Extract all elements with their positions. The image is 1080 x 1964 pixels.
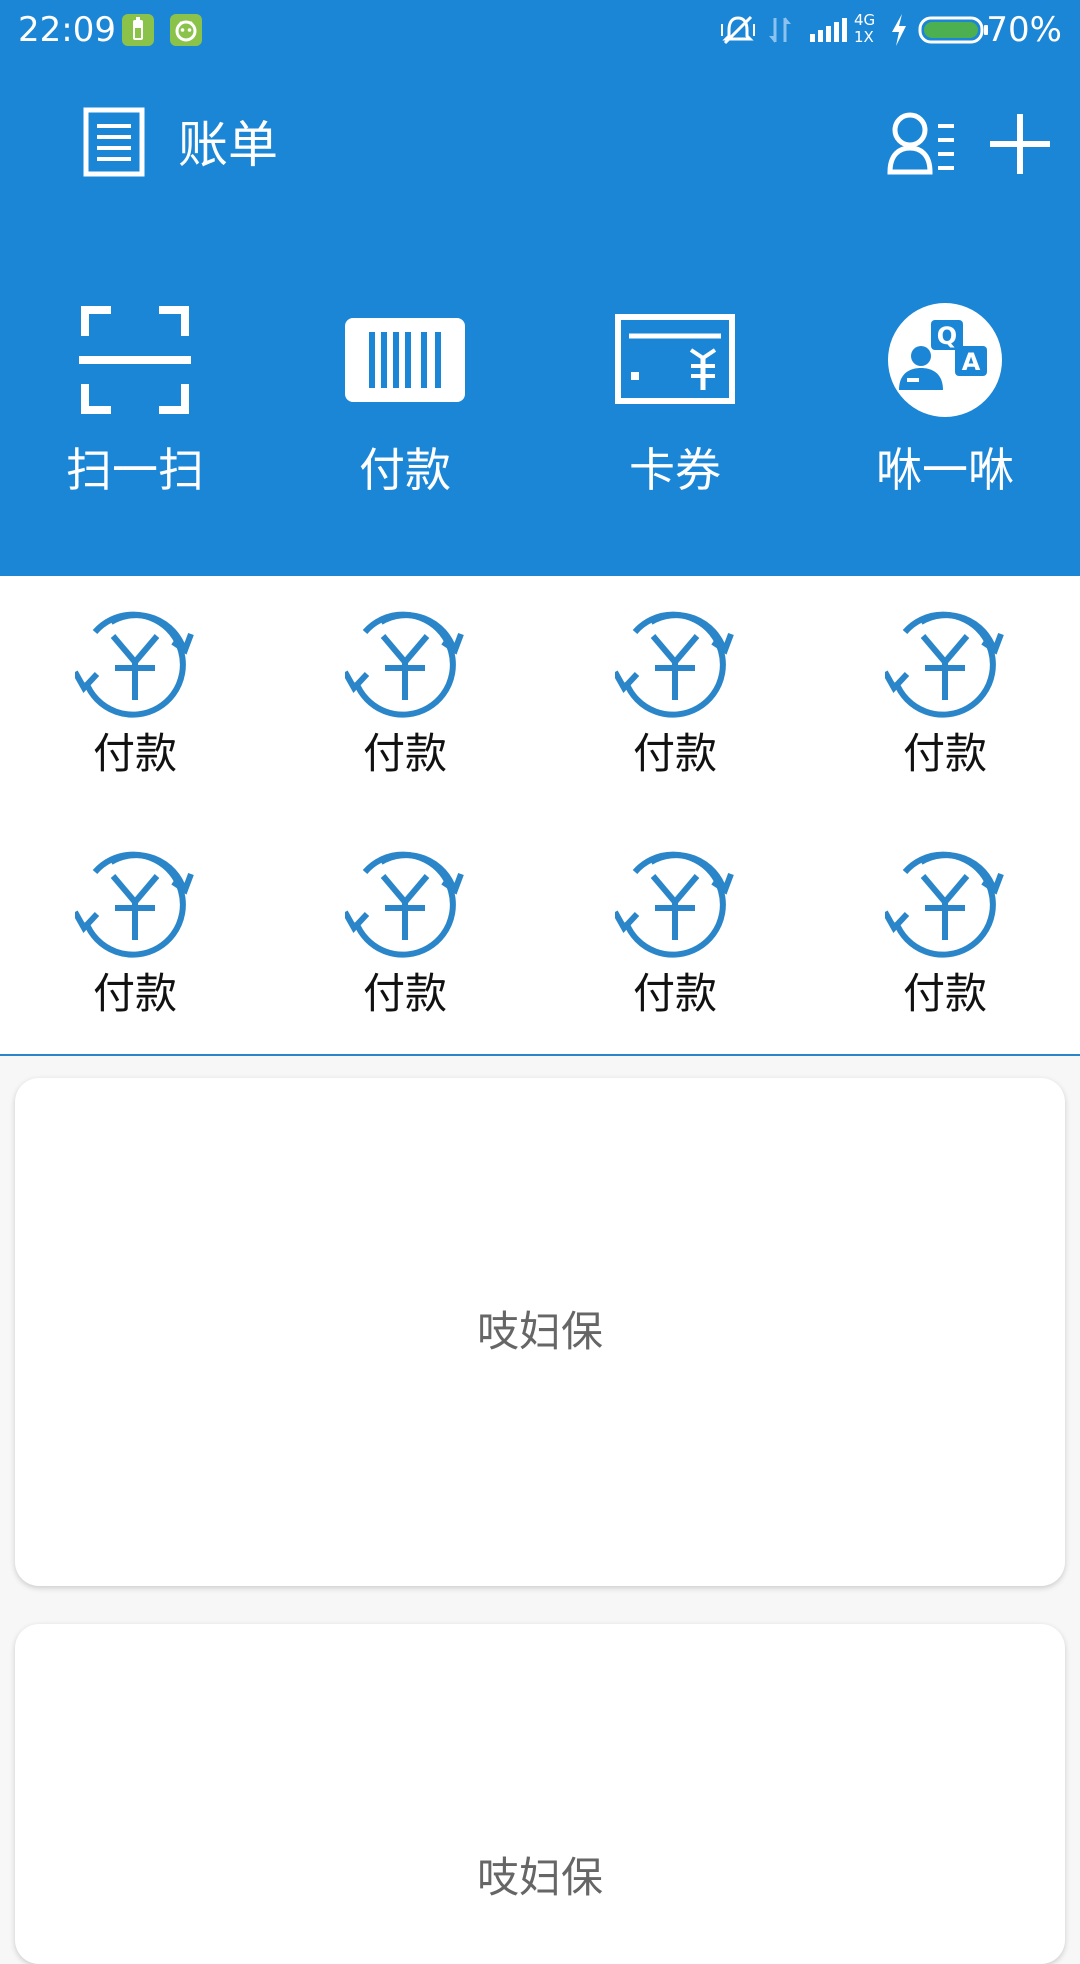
grid-item-pay[interactable]: 付款	[0, 816, 270, 1018]
yuan-refresh-icon	[342, 606, 465, 726]
battery-icon	[918, 14, 990, 50]
battery-app-icon	[122, 14, 154, 46]
quick-action-pay[interactable]: 付款	[270, 290, 540, 520]
grid-row: 付款 付款 付款 付款	[0, 816, 1080, 1018]
status-bar: 22:09 4G 1X 70%	[0, 0, 1080, 60]
card-title: 吱妇保	[476, 1853, 603, 1902]
grid-item-pay[interactable]: 付款	[540, 816, 810, 1018]
quick-action-label: 扫一扫	[66, 443, 204, 497]
contacts-icon[interactable]	[886, 110, 958, 184]
yuan-refresh-icon	[342, 846, 465, 966]
signal-icon	[808, 10, 852, 54]
quick-actions: 扫一扫 付款 卡券 Q A 咻一咻	[0, 290, 1080, 520]
grid-item-label: 付款	[632, 729, 717, 778]
network-type-top: 4G	[854, 11, 876, 29]
qa-chat-icon: Q A	[885, 300, 1005, 420]
services-grid: 付款 付款 付款 付款 付款 付款 付款 付款	[0, 576, 1080, 1056]
grid-item-label: 付款	[902, 729, 987, 778]
barcode-icon	[345, 300, 465, 420]
mute-icon	[718, 10, 758, 54]
grid-item-pay[interactable]: 付款	[540, 576, 810, 778]
grid-item-pay[interactable]: 付款	[810, 576, 1080, 778]
grid-row: 付款 付款 付款 付款	[0, 576, 1080, 778]
card-title: 吱妇保	[476, 1307, 603, 1356]
yuan-refresh-icon	[882, 606, 1005, 726]
scan-icon	[75, 300, 195, 420]
grid-item-pay[interactable]: 付款	[0, 576, 270, 778]
quick-action-label: 咻一咻	[876, 443, 1014, 497]
svg-text:A: A	[962, 348, 981, 376]
battery-percent: 70%	[986, 10, 1062, 50]
grid-item-label: 付款	[362, 729, 447, 778]
yuan-refresh-icon	[612, 846, 735, 966]
data-transfer-icon	[766, 10, 794, 54]
yuan-refresh-icon	[612, 606, 735, 726]
grid-item-pay[interactable]: 付款	[270, 576, 540, 778]
app-header: 账单	[0, 80, 1080, 210]
android-app-icon	[170, 14, 202, 46]
page-title[interactable]: 账单	[178, 110, 278, 180]
add-icon[interactable]	[988, 112, 1052, 180]
yuan-refresh-icon	[72, 606, 195, 726]
grid-item-label: 付款	[362, 969, 447, 1018]
svg-text:Q: Q	[937, 322, 957, 350]
yuan-refresh-icon	[72, 846, 195, 966]
card-coupon-icon	[615, 300, 735, 420]
quick-action-label: 卡券	[629, 443, 721, 497]
network-type: 4G 1X	[854, 12, 882, 46]
network-type-bottom: 1X	[854, 28, 874, 46]
quick-action-label: 付款	[359, 443, 451, 497]
grid-item-pay[interactable]: 付款	[810, 816, 1080, 1018]
charging-icon	[888, 10, 910, 54]
grid-item-label: 付款	[92, 729, 177, 778]
grid-item-label: 付款	[902, 969, 987, 1018]
status-time: 22:09	[18, 10, 116, 50]
quick-action-coupons[interactable]: 卡券	[540, 290, 810, 520]
quick-action-scan[interactable]: 扫一扫	[0, 290, 270, 520]
yuan-refresh-icon	[882, 846, 1005, 966]
content-card[interactable]: 吱妇保	[15, 1078, 1065, 1586]
content-card[interactable]: 吱妇保	[15, 1624, 1065, 1964]
bill-list-icon[interactable]	[82, 106, 148, 184]
grid-item-label: 付款	[92, 969, 177, 1018]
quick-action-shake[interactable]: Q A 咻一咻	[810, 290, 1080, 520]
grid-item-pay[interactable]: 付款	[270, 816, 540, 1018]
grid-item-label: 付款	[632, 969, 717, 1018]
